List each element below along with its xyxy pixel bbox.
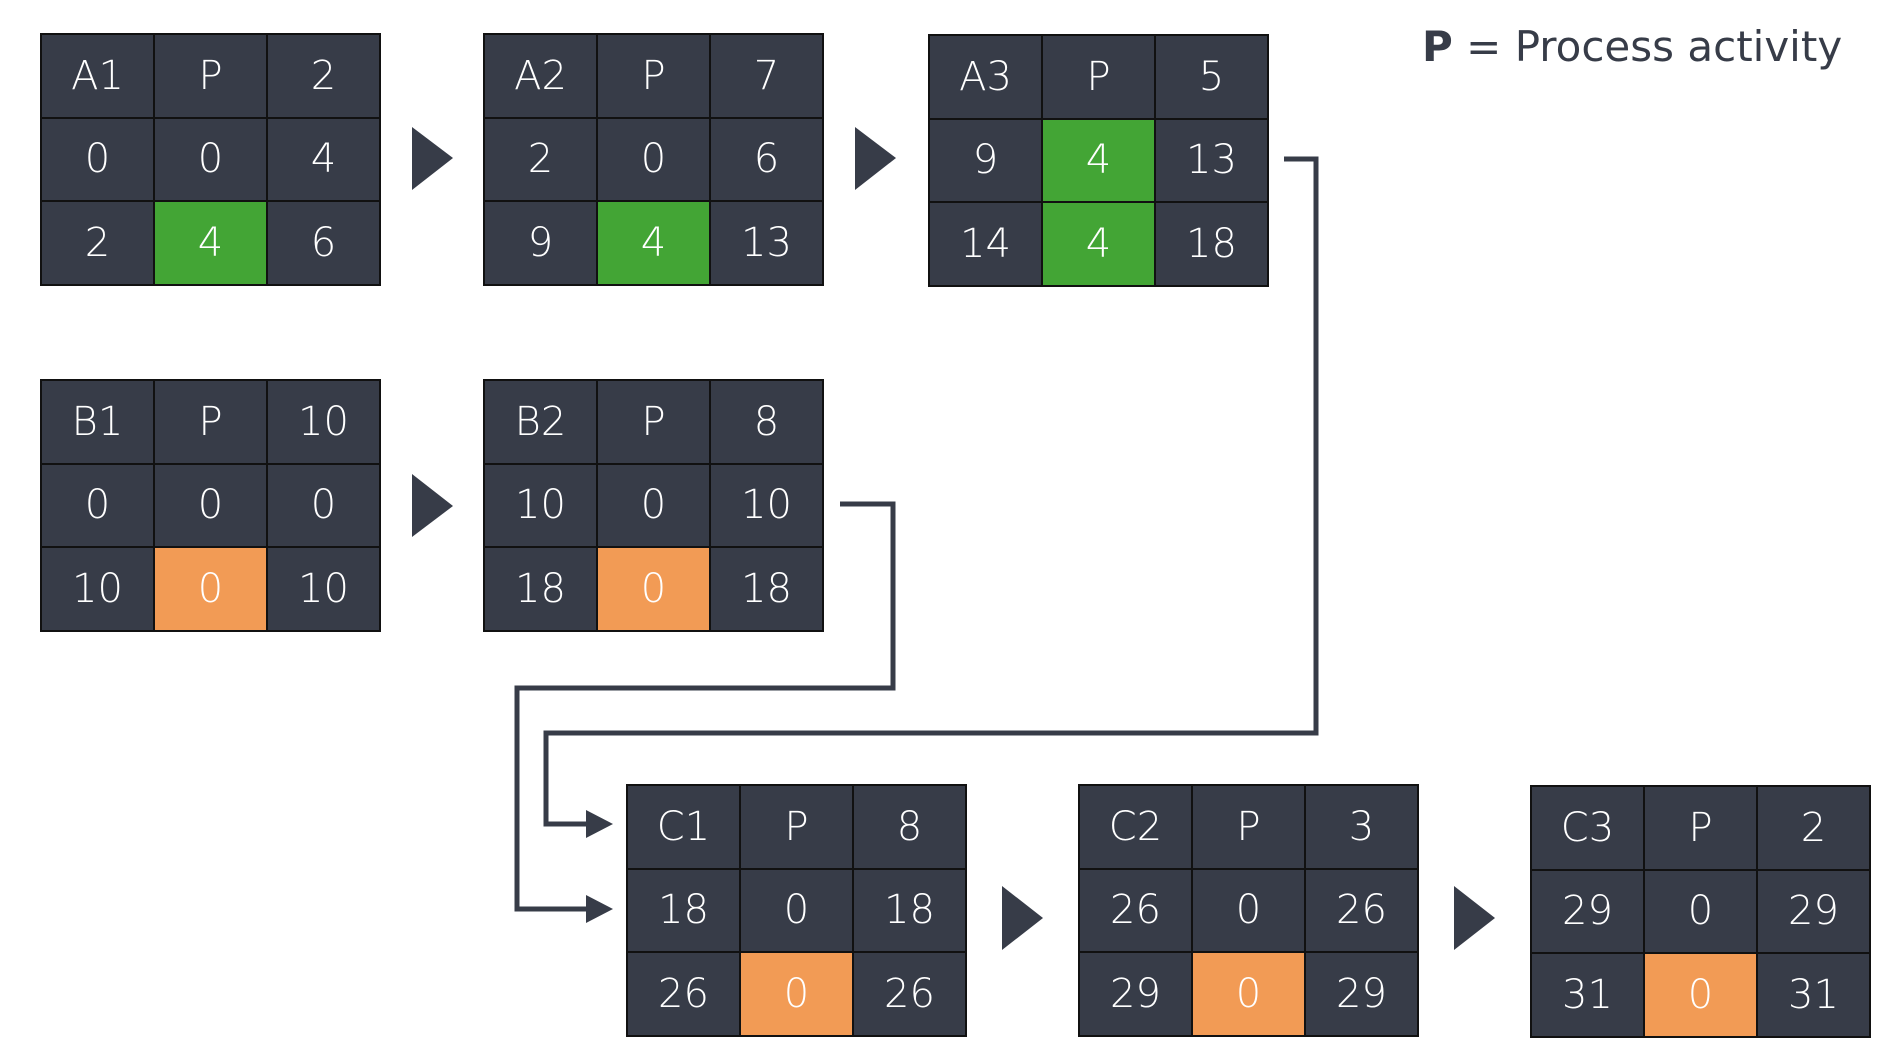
arrowhead-b2-c1	[586, 895, 613, 923]
arrowhead-a3-c1	[586, 810, 613, 838]
node-cell: 2	[42, 202, 153, 284]
node-cell: P	[1043, 36, 1154, 118]
node-cell: 0	[741, 953, 852, 1035]
node-cell: 0	[598, 464, 709, 547]
arrow-b1-b2	[412, 474, 453, 537]
node-cell: 26	[1080, 869, 1191, 952]
node-cell: 18	[1156, 203, 1267, 285]
node-cell: B1	[42, 381, 153, 463]
node-cell: 14	[930, 203, 1041, 285]
node-cell: 29	[1306, 953, 1417, 1035]
node-cell: 4	[1043, 119, 1154, 202]
node-cell: C1	[628, 786, 739, 868]
arrow-c1-c2	[1002, 886, 1043, 950]
activity-node-b2: B2 P 8 10 0 10 18 0 18	[483, 379, 824, 632]
node-cell: 8	[711, 381, 822, 463]
node-cell: A1	[42, 35, 153, 117]
node-cell: 18	[711, 548, 822, 630]
activity-node-b1: B1 P 10 0 0 0 10 0 10	[40, 379, 381, 632]
node-cell: 5	[1156, 36, 1267, 118]
node-cell: 0	[598, 548, 709, 630]
legend: P = Process activity	[1422, 22, 1842, 71]
arrow-a1-a2	[412, 127, 453, 190]
node-cell: 6	[268, 202, 379, 284]
node-cell: P	[1193, 786, 1304, 868]
activity-node-a2: A2 P 7 2 0 6 9 4 13	[483, 33, 824, 286]
node-cell: 0	[42, 118, 153, 201]
node-cell: P	[741, 786, 852, 868]
activity-node-c1: C1 P 8 18 0 18 26 0 26	[626, 784, 967, 1037]
node-cell: P	[598, 35, 709, 117]
node-cell: 0	[155, 548, 266, 630]
node-cell: 13	[1156, 119, 1267, 202]
node-cell: 2	[268, 35, 379, 117]
node-cell: 31	[1532, 954, 1643, 1036]
node-cell: 0	[42, 464, 153, 547]
node-cell: 4	[598, 202, 709, 284]
node-cell: 10	[268, 381, 379, 463]
node-cell: 2	[485, 118, 596, 201]
legend-text: = Process activity	[1452, 22, 1843, 71]
node-cell: 0	[598, 118, 709, 201]
node-cell: 26	[854, 953, 965, 1035]
node-cell: 0	[1193, 869, 1304, 952]
node-cell: 4	[1043, 203, 1154, 285]
node-cell: C3	[1532, 787, 1643, 869]
node-cell: 13	[711, 202, 822, 284]
activity-node-c3: C3 P 2 29 0 29 31 0 31	[1530, 785, 1871, 1038]
node-cell: P	[155, 381, 266, 463]
node-cell: 10	[268, 548, 379, 630]
node-cell: 4	[155, 202, 266, 284]
activity-node-a3: A3 P 5 9 4 13 14 4 18	[928, 34, 1269, 287]
node-cell: P	[155, 35, 266, 117]
node-cell: 6	[711, 118, 822, 201]
node-cell: 0	[155, 464, 266, 547]
node-cell: 8	[854, 786, 965, 868]
node-cell: 10	[42, 548, 153, 630]
node-cell: 3	[1306, 786, 1417, 868]
node-cell: 29	[1532, 870, 1643, 953]
node-cell: 2	[1758, 787, 1869, 869]
node-cell: B2	[485, 381, 596, 463]
node-cell: 0	[155, 118, 266, 201]
node-cell: 18	[485, 548, 596, 630]
node-cell: A2	[485, 35, 596, 117]
node-cell: P	[598, 381, 709, 463]
node-cell: 7	[711, 35, 822, 117]
node-cell: 4	[268, 118, 379, 201]
node-cell: 26	[1306, 869, 1417, 952]
node-cell: A3	[930, 36, 1041, 118]
node-cell: 10	[711, 464, 822, 547]
node-cell: 31	[1758, 954, 1869, 1036]
node-cell: 0	[1193, 953, 1304, 1035]
arrow-a2-a3	[855, 127, 896, 190]
node-cell: 29	[1758, 870, 1869, 953]
node-cell: P	[1645, 787, 1756, 869]
node-cell: 0	[1645, 870, 1756, 953]
activity-node-a1: A1 P 2 0 0 4 2 4 6	[40, 33, 381, 286]
arrow-c2-c3	[1454, 886, 1495, 950]
activity-node-c2: C2 P 3 26 0 26 29 0 29	[1078, 784, 1419, 1037]
node-cell: C2	[1080, 786, 1191, 868]
node-cell: 18	[854, 869, 965, 952]
node-cell: 0	[741, 869, 852, 952]
node-cell: 26	[628, 953, 739, 1035]
node-cell: 9	[930, 119, 1041, 202]
node-cell: 29	[1080, 953, 1191, 1035]
node-cell: 9	[485, 202, 596, 284]
node-cell: 10	[485, 464, 596, 547]
node-cell: 0	[268, 464, 379, 547]
node-cell: 18	[628, 869, 739, 952]
legend-key: P	[1422, 22, 1453, 71]
node-cell: 0	[1645, 954, 1756, 1036]
